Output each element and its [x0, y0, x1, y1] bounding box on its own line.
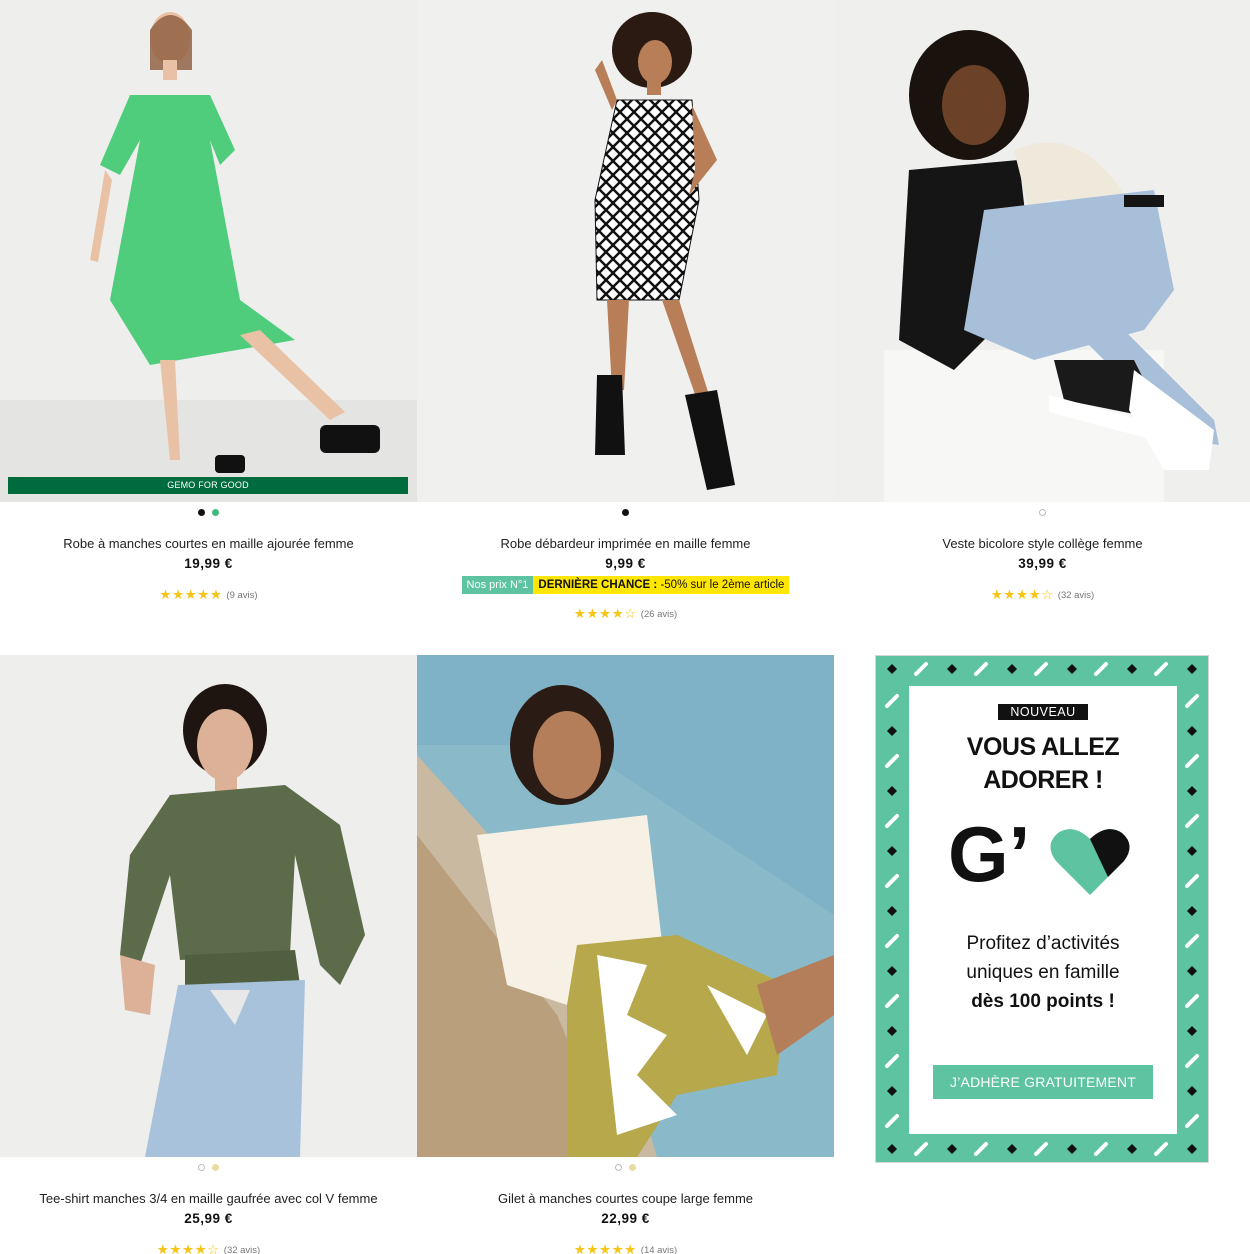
- body-line-2: uniques en famille: [966, 962, 1120, 983]
- star-rating-icon: ★★★★☆: [990, 587, 1054, 602]
- product-price: 22,99 €: [601, 1211, 650, 1226]
- product-image[interactable]: [417, 655, 834, 1157]
- product-price: 25,99 €: [184, 1211, 233, 1226]
- last-chance-label: DERNIÈRE CHANCE :: [538, 579, 658, 591]
- woman-white-cardigan-icon: [417, 655, 834, 1157]
- body-line-1: Profitez d’activités: [966, 933, 1120, 954]
- product-price: 19,99 €: [184, 556, 233, 571]
- product-image[interactable]: [0, 655, 417, 1157]
- product-card[interactable]: Veste bicolore style collège femme 39,99…: [834, 0, 1250, 603]
- product-title[interactable]: Veste bicolore style collège femme: [834, 536, 1250, 554]
- star-rating-icon: ★★★★☆: [156, 1242, 220, 1254]
- product-rating: ★★★★☆ (32 avis): [0, 1242, 417, 1254]
- color-swatch-white[interactable]: [615, 1163, 622, 1171]
- product-image[interactable]: [417, 0, 834, 502]
- color-swatches: [0, 504, 417, 520]
- new-badge: NOUVEAU: [998, 704, 1088, 720]
- woman-green-dress-icon: [0, 0, 417, 502]
- headline-line-2: ADORER !: [983, 766, 1103, 794]
- review-count[interactable]: (26 avis): [641, 609, 677, 620]
- loyalty-promo-banner[interactable]: NOUVEAU VOUS ALLEZ ADORER ! G’ Profitez …: [875, 655, 1209, 1163]
- best-price-tag: Nos prix N°1: [461, 576, 534, 594]
- g-heart-logo-icon: G’: [948, 815, 1130, 897]
- color-swatch-black[interactable]: [198, 508, 205, 516]
- woman-printed-dress-icon: [417, 0, 834, 502]
- color-swatch-black[interactable]: [622, 508, 629, 516]
- star-rating-icon: ★★★★☆: [573, 606, 637, 621]
- logo-letter: G’: [948, 815, 1030, 897]
- product-rating: ★★★★☆ (32 avis): [834, 587, 1250, 603]
- body-line-3: dès 100 points !: [909, 987, 1177, 1016]
- review-count[interactable]: (14 avis): [641, 1245, 677, 1254]
- review-count[interactable]: (32 avis): [224, 1245, 260, 1254]
- product-image[interactable]: [834, 0, 1250, 502]
- promo-content: NOUVEAU VOUS ALLEZ ADORER ! G’ Profitez …: [909, 686, 1177, 1134]
- review-count[interactable]: (9 avis): [226, 590, 257, 601]
- color-swatches: [417, 504, 834, 520]
- color-swatch-white[interactable]: [198, 1163, 205, 1171]
- color-swatches: [417, 1159, 834, 1175]
- product-price: 39,99 €: [1018, 556, 1067, 571]
- color-swatches: [0, 1159, 417, 1175]
- product-rating: ★★★★★ (9 avis): [0, 587, 417, 603]
- promo-headline: VOUS ALLEZ ADORER !: [909, 731, 1177, 797]
- star-rating-icon: ★★★★★: [159, 587, 223, 602]
- product-rating: ★★★★★ (14 avis): [417, 1242, 834, 1254]
- product-card[interactable]: GEMO FOR GOOD Robe à manches courtes en …: [0, 0, 417, 603]
- promo-labels: Nos prix N°1 DERNIÈRE CHANCE : -50% sur …: [417, 576, 834, 594]
- product-image[interactable]: GEMO FOR GOOD: [0, 0, 417, 502]
- headline-line-1: VOUS ALLEZ: [966, 733, 1120, 761]
- color-swatch-beige[interactable]: [629, 1163, 636, 1171]
- product-price: 9,99 €: [605, 556, 646, 571]
- product-card[interactable]: Tee-shirt manches 3/4 en maille gaufrée …: [0, 655, 417, 1254]
- product-title[interactable]: Robe débardeur imprimée en maille femme: [417, 536, 834, 554]
- product-card[interactable]: Gilet à manches courtes coupe large femm…: [417, 655, 834, 1254]
- gemo-for-good-badge: GEMO FOR GOOD: [8, 477, 408, 494]
- product-title[interactable]: Tee-shirt manches 3/4 en maille gaufrée …: [0, 1191, 417, 1209]
- color-swatches: [834, 504, 1250, 520]
- product-title[interactable]: Robe à manches courtes en maille ajourée…: [0, 536, 417, 554]
- product-title[interactable]: Gilet à manches courtes coupe large femm…: [417, 1191, 834, 1209]
- product-card[interactable]: Robe débardeur imprimée en maille femme …: [417, 0, 834, 622]
- woman-college-jacket-icon: [834, 0, 1250, 502]
- star-rating-icon: ★★★★★: [573, 1242, 637, 1254]
- product-rating: ★★★★☆ (26 avis): [417, 606, 834, 622]
- body-line-3-text: dès 100 points !: [971, 991, 1115, 1012]
- review-count[interactable]: (32 avis): [1058, 590, 1094, 601]
- discount-offer-text: -50% sur le 2ème article: [657, 579, 785, 591]
- woman-khaki-top-icon: [0, 655, 417, 1157]
- color-swatch-green[interactable]: [212, 508, 219, 516]
- color-swatch-beige[interactable]: [212, 1163, 219, 1171]
- promo-body: Profitez d’activités uniques en famille …: [909, 929, 1177, 1016]
- join-free-button[interactable]: J’ADHÈRE GRATUITEMENT: [933, 1065, 1153, 1099]
- color-swatch-white[interactable]: [1039, 508, 1046, 516]
- last-chance-tag: DERNIÈRE CHANCE : -50% sur le 2ème artic…: [533, 576, 790, 594]
